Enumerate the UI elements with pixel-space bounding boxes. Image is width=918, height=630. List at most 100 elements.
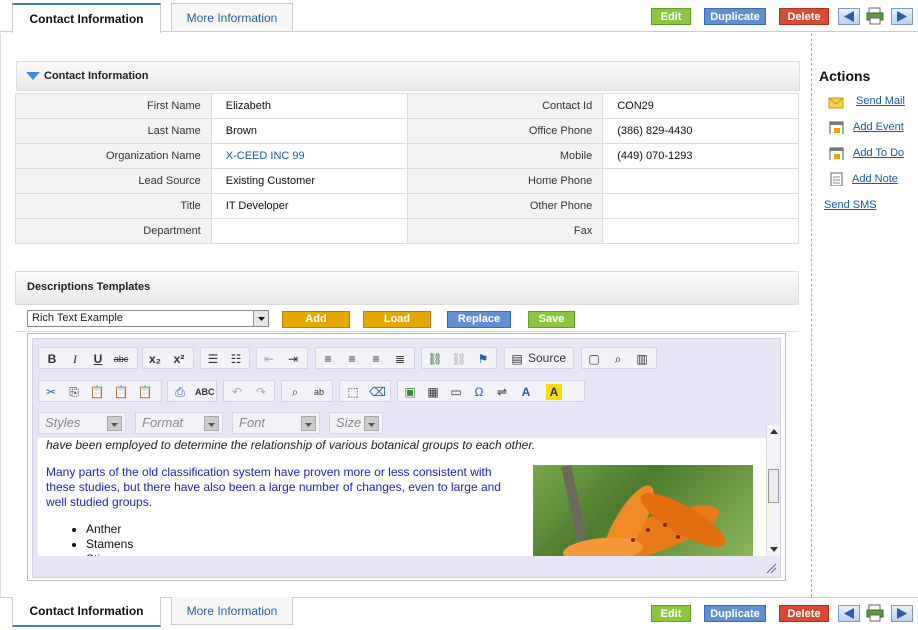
background-color-icon[interactable]: A	[546, 384, 562, 400]
unlink-icon[interactable]: ⛓	[451, 351, 467, 367]
duplicate-button[interactable]: Duplicate	[704, 8, 766, 25]
insert-toolbar-group: ▣ ▦ ▭ Ω ⇌ A A	[397, 380, 585, 402]
outdent-icon[interactable]: ⇤	[261, 351, 277, 367]
field-value: Existing Customer	[210, 168, 408, 194]
strikethrough-icon[interactable]: abc	[113, 351, 129, 367]
source-label[interactable]: Source	[528, 351, 566, 365]
bottom-next-record-button[interactable]	[891, 605, 913, 622]
subscript-icon[interactable]: x₂	[147, 351, 163, 367]
align-center-icon[interactable]: ≡	[344, 351, 360, 367]
find-icon[interactable]: ⌕	[287, 384, 303, 400]
field-value	[602, 168, 799, 194]
remove-format-icon[interactable]: ⌫	[369, 384, 386, 400]
align-left-icon[interactable]: ≡	[320, 351, 336, 367]
editor-content-area[interactable]: have been employed to determine the rela…	[38, 438, 766, 556]
templates-title: Descriptions Templates	[27, 281, 151, 293]
preview-icon[interactable]: ⌕	[610, 351, 626, 367]
send-sms-link[interactable]: Send SMS	[824, 199, 877, 211]
redo-icon[interactable]: ↷	[253, 384, 269, 400]
contact-info-header[interactable]: Contact Information	[16, 61, 800, 91]
bottom-duplicate-button[interactable]: Duplicate	[704, 605, 766, 622]
link-icon[interactable]: ⛓	[427, 351, 443, 367]
template-load-button[interactable]: Load	[363, 311, 431, 328]
format-toolbar-group: B I U abc	[38, 347, 138, 369]
undo-toolbar-group: ↶ ↷	[223, 380, 275, 402]
editor-print-icon[interactable]: ⎙	[172, 384, 188, 400]
align-toolbar-group: ≡ ≡ ≡ ≣	[315, 347, 415, 369]
list-item: Stamens	[86, 537, 133, 552]
templates-icon[interactable]: ▥	[634, 351, 650, 367]
cut-icon[interactable]: ✂	[43, 384, 59, 400]
select-all-icon[interactable]: ⬚	[345, 384, 361, 400]
content-scrollbar[interactable]	[766, 425, 780, 556]
scroll-down-icon[interactable]	[767, 544, 781, 554]
paste-icon[interactable]: 📋	[89, 384, 105, 400]
todo-icon	[829, 147, 844, 160]
bottom-delete-button[interactable]: Delete	[779, 605, 829, 622]
table-icon[interactable]: ▦	[425, 384, 441, 400]
add-event-link[interactable]: Add Event	[853, 121, 904, 133]
editor-chrome: B I U abc x₂ x² ☰ ☷ ⇤ ⇥ ≡ ≡ ≡ ≣ ⛓ ⛓ ⚑ ▤ …	[32, 338, 781, 578]
collapse-triangle-icon[interactable]	[26, 72, 40, 82]
size-combo[interactable]: Size	[329, 412, 383, 434]
anchor-flag-icon[interactable]: ⚑	[475, 351, 491, 367]
add-todo-link[interactable]: Add To Do	[853, 147, 904, 159]
paste-text-icon[interactable]: 📋	[113, 384, 129, 400]
scroll-thumb[interactable]	[768, 469, 779, 503]
bottom-print-icon[interactable]	[866, 604, 884, 622]
send-mail-link[interactable]: Send Mail	[856, 95, 905, 107]
numbered-list-icon[interactable]: ☰	[205, 351, 221, 367]
justify-icon[interactable]: ≣	[392, 351, 408, 367]
bottom-tab-more-information[interactable]: More Information	[171, 597, 293, 625]
text-color-icon[interactable]: A	[518, 384, 534, 400]
document-toolbar-group: ▢ ⌕ ▥	[581, 347, 657, 369]
resize-handle-icon[interactable]	[765, 562, 777, 574]
image-icon[interactable]: ▣	[402, 384, 418, 400]
format-combo[interactable]: Format	[135, 412, 223, 434]
align-right-icon[interactable]: ≡	[368, 351, 384, 367]
previous-record-button[interactable]	[838, 8, 860, 25]
bottom-edit-button[interactable]: Edit	[651, 605, 691, 622]
scroll-up-icon[interactable]	[767, 427, 781, 437]
link-toolbar-group: ⛓ ⛓ ⚑	[421, 347, 497, 369]
bulleted-list-icon[interactable]: ☷	[228, 351, 244, 367]
page-break-icon[interactable]: ⇌	[494, 384, 510, 400]
arrow-left-icon	[844, 11, 854, 22]
spellcheck-icon[interactable]: ABC	[195, 384, 215, 400]
lily-flower-icon	[561, 465, 726, 556]
next-record-button[interactable]	[891, 8, 913, 25]
source-icon[interactable]: ▤	[509, 351, 525, 367]
new-page-icon[interactable]: ▢	[586, 351, 602, 367]
tab-contact-information[interactable]: Contact Information	[12, 3, 161, 33]
field-label: Fax	[406, 218, 604, 244]
bold-icon[interactable]: B	[44, 351, 60, 367]
edit-button[interactable]: Edit	[651, 8, 691, 25]
template-save-button[interactable]: Save	[528, 311, 575, 328]
paste-word-icon[interactable]: 📋	[137, 384, 153, 400]
replace-icon[interactable]: ab	[311, 384, 327, 400]
add-note-link[interactable]: Add Note	[852, 173, 898, 185]
font-combo[interactable]: Font	[232, 412, 320, 434]
contact-row: First Name Elizabeth Contact Id CON29	[15, 93, 799, 119]
bottom-tab-contact-information[interactable]: Contact Information	[12, 597, 161, 627]
contact-row: Lead Source Existing Customer Home Phone	[15, 168, 799, 194]
horizontal-rule-icon[interactable]: ▭	[448, 384, 464, 400]
superscript-icon[interactable]: x²	[171, 351, 187, 367]
indent-icon[interactable]: ⇥	[285, 351, 301, 367]
tab-more-information[interactable]: More Information	[171, 3, 293, 31]
italic-icon[interactable]: I	[67, 351, 83, 367]
template-select[interactable]: Rich Text Example	[27, 310, 269, 327]
template-replace-button[interactable]: Replace	[447, 311, 511, 328]
delete-button[interactable]: Delete	[779, 8, 829, 25]
field-value[interactable]: X-CEED INC 99	[210, 143, 408, 169]
field-label: Title	[15, 193, 212, 219]
print-icon[interactable]	[866, 7, 884, 25]
styles-combo[interactable]: Styles	[38, 412, 126, 434]
special-char-icon[interactable]: Ω	[471, 384, 487, 400]
bottom-previous-record-button[interactable]	[838, 605, 860, 622]
field-value: CON29	[602, 93, 799, 119]
copy-icon[interactable]: ⎘	[66, 384, 82, 400]
undo-icon[interactable]: ↶	[229, 384, 245, 400]
template-add-button[interactable]: Add	[282, 311, 350, 328]
underline-icon[interactable]: U	[90, 351, 106, 367]
